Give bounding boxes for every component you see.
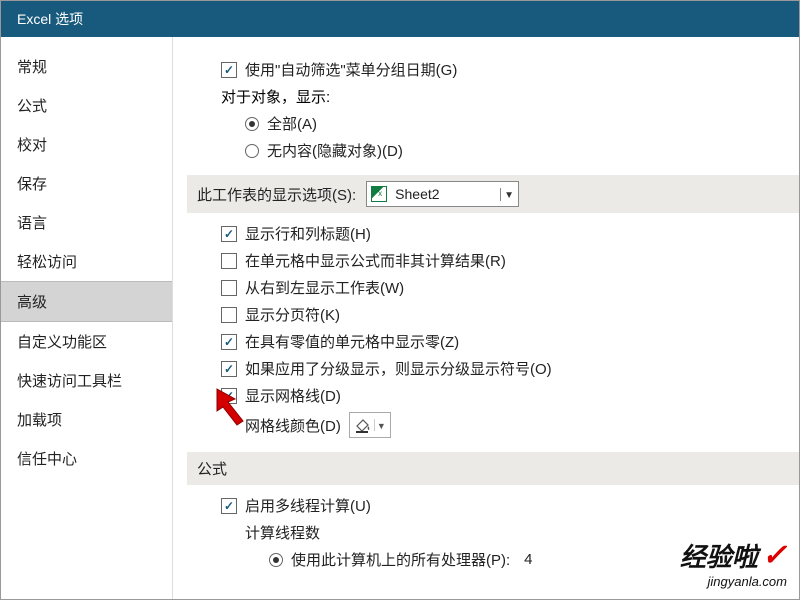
label-autofilter-dates: 使用"自动筛选"菜单分组日期(G) [245,59,457,80]
sidebar-item-general[interactable]: 常规 [1,47,172,86]
opt-multithread: 启用多线程计算(U) [221,495,789,516]
label-for-objects: 对于对象，显示: [221,86,789,107]
label-multithread: 启用多线程计算(U) [245,495,371,516]
label-obj-none: 无内容(隐藏对象)(D) [267,140,403,161]
sidebar-item-addins[interactable]: 加载项 [1,400,172,439]
label-show-gridlines: 显示网格线(D) [245,385,341,406]
excel-sheet-icon [371,186,387,202]
radio-obj-all[interactable] [245,117,259,131]
watermark-url: jingyanla.com [680,574,787,589]
opt-obj-all: 全部(A) [245,113,789,134]
sheet-name: Sheet2 [391,186,499,202]
chevron-down-icon: ▼ [500,188,518,201]
label-show-outline: 如果应用了分级显示，则显示分级显示符号(O) [245,358,552,379]
checkmark-icon: ✓ [762,538,787,573]
label-show-formulas: 在单元格中显示公式而非其计算结果(R) [245,250,506,271]
opt-show-formulas: 在单元格中显示公式而非其计算结果(R) [221,250,789,271]
sidebar-item-accessibility[interactable]: 轻松访问 [1,242,172,281]
section-worksheet-display: 此工作表的显示选项(S): Sheet2 ▼ [187,175,799,213]
sidebar-item-formulas[interactable]: 公式 [1,86,172,125]
content-pane: 使用"自动筛选"菜单分组日期(G) 对于对象，显示: 全部(A) 无内容(隐藏对… [173,37,799,599]
checkbox-page-breaks[interactable] [221,307,237,323]
checkbox-autofilter-dates[interactable] [221,62,237,78]
opt-row-col-headers: 显示行和列标题(H) [221,223,789,244]
sheet-selector[interactable]: Sheet2 ▼ [366,181,518,207]
sidebar: 常规 公式 校对 保存 语言 轻松访问 高级 自定义功能区 快速访问工具栏 加载… [1,37,173,599]
section-formulas: 公式 [187,452,799,485]
checkbox-show-formulas[interactable] [221,253,237,269]
watermark: 经验啦 ✓ jingyanla.com [680,537,787,589]
opt-obj-none: 无内容(隐藏对象)(D) [245,140,789,161]
radio-obj-none[interactable] [245,144,259,158]
label-page-breaks: 显示分页符(K) [245,304,340,325]
checkbox-show-outline[interactable] [221,361,237,377]
sidebar-item-language[interactable]: 语言 [1,203,172,242]
opt-gridline-color: 网格线颜色(D) ▼ [221,412,789,438]
section-worksheet-label: 此工作表的显示选项(S): [197,184,356,205]
paint-bucket-icon [354,416,372,434]
opt-show-outline: 如果应用了分级显示，则显示分级显示符号(O) [221,358,789,379]
main-area: 常规 公式 校对 保存 语言 轻松访问 高级 自定义功能区 快速访问工具栏 加载… [1,37,799,599]
label-show-zero: 在具有零值的单元格中显示零(Z) [245,331,459,352]
sidebar-item-advanced[interactable]: 高级 [1,281,172,322]
checkbox-show-gridlines[interactable] [221,388,237,404]
checkbox-row-col-headers[interactable] [221,226,237,242]
label-row-col-headers: 显示行和列标题(H) [245,223,371,244]
opt-autofilter-dates: 使用"自动筛选"菜单分组日期(G) [221,59,789,80]
sidebar-item-save[interactable]: 保存 [1,164,172,203]
label-gridline-color: 网格线颜色(D) [245,415,341,436]
opt-show-gridlines: 显示网格线(D) [221,385,789,406]
chevron-down-icon: ▼ [374,419,388,431]
checkbox-show-zero[interactable] [221,334,237,350]
cpu-count-value: 4 [524,551,532,568]
sidebar-item-proofing[interactable]: 校对 [1,125,172,164]
sidebar-item-quick-access[interactable]: 快速访问工具栏 [1,361,172,400]
window-title: Excel 选项 [1,1,799,37]
opt-show-zero: 在具有零值的单元格中显示零(Z) [221,331,789,352]
sidebar-item-customize-ribbon[interactable]: 自定义功能区 [1,322,172,361]
checkbox-rtl-sheet[interactable] [221,280,237,296]
label-obj-all: 全部(A) [267,113,317,134]
radio-use-all-cpus[interactable] [269,553,283,567]
sidebar-item-trust-center[interactable]: 信任中心 [1,439,172,478]
label-use-all-cpus: 使用此计算机上的所有处理器(P): [291,549,510,570]
opt-rtl-sheet: 从右到左显示工作表(W) [221,277,789,298]
gridline-color-picker[interactable]: ▼ [349,412,391,438]
checkbox-multithread[interactable] [221,498,237,514]
watermark-text: 经验啦 [680,537,758,574]
label-rtl-sheet: 从右到左显示工作表(W) [245,277,404,298]
opt-page-breaks: 显示分页符(K) [221,304,789,325]
label-thread-count: 计算线程数 [245,522,320,543]
